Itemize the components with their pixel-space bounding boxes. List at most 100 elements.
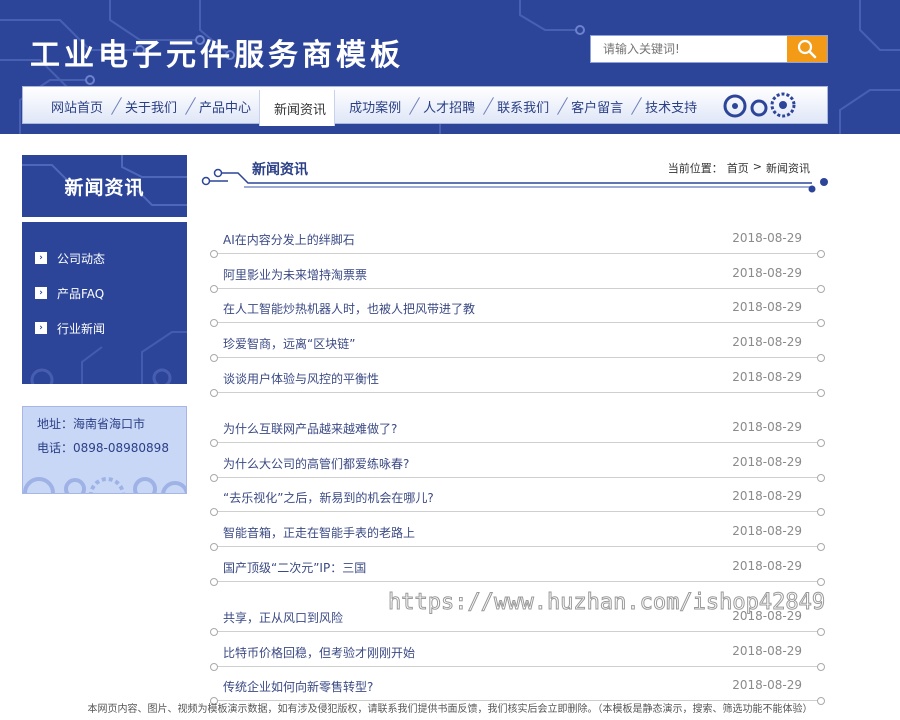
sidebar-item-company-news[interactable]: › 公司动态 (35, 247, 105, 269)
divider-dot (210, 543, 218, 552)
news-item: 为什么互联网产品越来越难做了? 2018-08-29 (210, 414, 825, 449)
nav-item[interactable]: 新闻资讯 (259, 90, 336, 126)
divider-dot (817, 319, 825, 328)
nav-item-label: 人才招聘 (423, 100, 476, 116)
news-divider (214, 546, 821, 548)
news-date: 2018-08-29 (732, 454, 802, 469)
nav-item-label: 客户留言 (571, 100, 624, 116)
news-date: 2018-08-29 (732, 265, 802, 280)
news-title-link[interactable]: 在人工智能炒热机器人时，也被人把风带进了教 (223, 300, 475, 317)
arrow-right-icon: › (35, 322, 47, 334)
news-title-link[interactable]: 为什么大公司的高管们都爱练咏春? (223, 455, 409, 472)
news-divider (214, 580, 821, 582)
nav-item[interactable]: 技术支持 (631, 87, 705, 125)
news-divider (214, 665, 821, 667)
nav-item[interactable]: 联系我们 (483, 87, 569, 125)
news-title-link[interactable]: “去乐视化”之后，新易到的机会在哪儿? (223, 489, 434, 506)
news-item: 国产顶级“二次元”IP：三国 2018-08-29 (210, 553, 825, 588)
news-title-link[interactable]: 传统企业如何向新零售转型? (223, 678, 373, 695)
divider-dot (210, 388, 218, 397)
news-title-link[interactable]: 为什么互联网产品越来越难做了? (223, 420, 397, 437)
news-date: 2018-08-29 (732, 335, 802, 350)
news-title-link[interactable]: AI在内容分发上的绊脚石 (223, 231, 355, 248)
news-divider (214, 476, 821, 478)
site-title: 工业电子元件服务商模板 (30, 38, 404, 73)
news-divider (214, 511, 821, 513)
news-title-link[interactable]: 珍爱智商，远离“区块链” (223, 335, 355, 352)
divider-dot (817, 354, 825, 363)
divider-dot (210, 628, 218, 636)
gears-icon (723, 92, 796, 118)
divider-dot (210, 284, 218, 293)
search-input[interactable] (591, 36, 781, 62)
news-item: 阿里影业为未来增持淘票票 2018-08-29 (210, 260, 825, 295)
divider-dot (817, 284, 825, 293)
news-item: “去乐视化”之后，新易到的机会在哪儿? 2018-08-29 (210, 483, 825, 518)
news-item: 谈谈用户体验与风控的平衡性 2018-08-29 (210, 364, 825, 399)
main-nav: 网站首页 关于我们 产品中心 新闻资讯 成功案例 人才招聘 联系我们 客户留言 技术支持 (22, 86, 828, 126)
site-header: 工业电子元件服务商模板 网站首页 关于我们 产品中心 新闻资讯 成功案例 人才招聘 联系我们… (0, 0, 900, 134)
news-item: 珍爱智商，远离“区块链” 2018-08-29 (210, 329, 825, 364)
divider-dot (210, 354, 218, 363)
nav-item[interactable]: 关于我们 (111, 87, 196, 125)
news-title-link[interactable]: 谈谈用户体验与风控的平衡性 (223, 370, 379, 387)
divider-dot (817, 439, 825, 447)
news-date: 2018-08-29 (732, 643, 802, 658)
news-divider (214, 322, 821, 324)
divider-dot (817, 662, 825, 671)
news-title-link[interactable]: 共享，正从风口到风险 (223, 609, 343, 626)
news-divider (214, 442, 821, 443)
nav-item-label: 产品中心 (199, 100, 252, 116)
news-title-link[interactable]: 阿里影业为未来增持淘票票 (223, 266, 367, 283)
news-title-link[interactable]: 比特币价格回稳，但考验才刚刚开始 (223, 644, 415, 661)
news-item: 为什么大公司的高管们都爱练咏春? 2018-08-29 (210, 449, 825, 484)
sidebar-item-industry-news[interactable]: › 行业新闻 (35, 317, 105, 339)
news-title-link[interactable]: 国产顶级“二次元”IP：三国 (223, 559, 366, 576)
nav-item[interactable]: 网站首页 (37, 87, 122, 125)
divider-dot (817, 250, 825, 258)
divider-dot (210, 250, 218, 258)
search-button[interactable] (787, 36, 827, 62)
arrow-right-icon: › (35, 252, 47, 264)
nav-item[interactable]: 人才招聘 (409, 87, 495, 125)
nav-item[interactable]: 成功案例 (335, 87, 421, 125)
sidebar-item-product-faq[interactable]: › 产品FAQ (35, 282, 104, 304)
nav-item-label: 网站首页 (51, 100, 104, 116)
sidebar-item-label: 行业新闻 (57, 321, 106, 336)
sidebar-menu: › 公司动态 › 产品FAQ › 行业新闻 (22, 222, 187, 384)
divider-dot (817, 388, 825, 397)
contact-phone: 电话：0898-08980898 (37, 441, 169, 455)
search-box (590, 35, 828, 63)
sidebar-item-label: 公司动态 (57, 251, 106, 266)
title-underline-decoration (201, 168, 828, 193)
sidebar-title: 新闻资讯 (64, 177, 145, 199)
news-title-link[interactable]: 智能音箱，正走在智能手表的老路上 (223, 524, 415, 541)
divider-dot (817, 577, 825, 586)
news-divider (214, 357, 821, 359)
news-date: 2018-08-29 (732, 300, 802, 315)
news-item: 比特币价格回稳，但考验才刚刚开始 2018-08-29 (210, 638, 825, 673)
nav-item[interactable]: 客户留言 (557, 87, 643, 125)
news-date: 2018-08-29 (732, 678, 802, 693)
news-date: 2018-08-29 (732, 369, 802, 384)
divider-dot (817, 543, 825, 552)
sidebar-item-label: 产品FAQ (57, 286, 105, 301)
news-divider (214, 253, 821, 254)
divider-dot (210, 577, 218, 586)
divider-dot (210, 662, 218, 671)
arrow-right-icon: › (35, 287, 47, 299)
divider-dot (210, 319, 218, 328)
nav-item-label: 技术支持 (645, 100, 698, 116)
nav-item-label: 成功案例 (349, 100, 402, 116)
divider-dot (817, 508, 825, 517)
watermark-text: https://www.huzhan.com/ishop42849 (387, 590, 826, 616)
news-divider (214, 287, 821, 289)
news-date: 2018-08-29 (732, 558, 802, 573)
nav-item[interactable]: 产品中心 (185, 87, 259, 125)
divider-dot (210, 508, 218, 517)
nav-item-label: 新闻资讯 (274, 102, 327, 118)
news-date: 2018-08-29 (732, 489, 802, 504)
nav-item-label: 关于我们 (125, 100, 178, 116)
divider-dot (817, 628, 825, 636)
gears-decoration (23, 477, 186, 493)
